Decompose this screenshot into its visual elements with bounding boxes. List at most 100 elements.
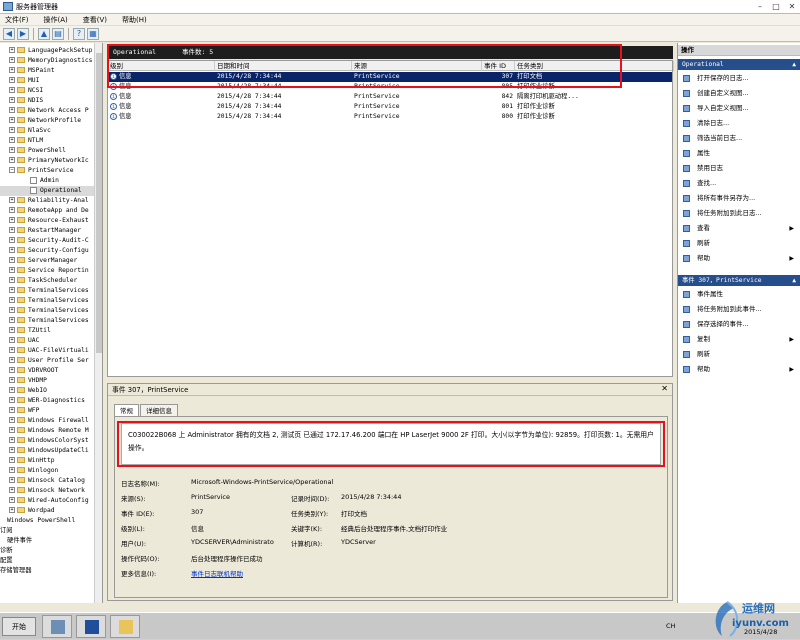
table-row[interactable]: i 信息 2015/4/28 7:34:44 PrintService 805 打印作业诊… <box>108 82 672 92</box>
tree-item[interactable]: 诊断 <box>0 546 94 556</box>
col-datetime[interactable]: 日期和时间 <box>215 61 352 71</box>
expand-icon[interactable]: + <box>9 297 15 303</box>
maximize-icon[interactable]: □ <box>770 1 782 12</box>
col-task-category[interactable]: 任务类别 <box>515 61 674 71</box>
menu-action[interactable]: 操作(A) <box>44 15 68 25</box>
tree-item[interactable]: + Wired-AutoConfig <box>0 496 94 506</box>
expand-icon[interactable]: + <box>9 257 15 263</box>
action-item[interactable]: 禁用日志 <box>678 163 800 174</box>
help-icon[interactable]: ? <box>73 27 85 40</box>
language-indicator[interactable]: CH <box>666 622 675 630</box>
tree-scrollbar[interactable] <box>94 43 102 603</box>
expand-icon[interactable]: + <box>9 217 15 223</box>
event-list[interactable]: 级别 日期和时间 来源 事件 ID 任务类别 i 信息 2015/4/28 7:34… <box>107 60 674 377</box>
tree-item[interactable]: + MemoryDiagnostics <box>0 56 94 66</box>
expand-icon[interactable]: + <box>9 77 15 83</box>
col-event-id[interactable]: 事件 ID <box>482 61 515 71</box>
tree-item[interactable]: + WindowsUpdateCli <box>0 446 94 456</box>
expand-icon[interactable]: + <box>9 447 15 453</box>
taskbar-powershell[interactable] <box>76 615 106 638</box>
table-row[interactable]: i 信息 2015/4/28 7:34:44 PrintService 842 隔离打印机… <box>108 92 672 102</box>
action-item[interactable]: 保存选择的事件... <box>678 319 800 330</box>
tree-item[interactable]: + WebIO <box>0 386 94 396</box>
navigation-tree[interactable]: + LanguagePackSetup + MemoryDiagnostics + MSP… <box>0 43 103 603</box>
action-item[interactable]: 查找... <box>678 178 800 189</box>
tree-item[interactable]: Windows PowerShell <box>0 516 94 526</box>
action-item[interactable]: 创建自定义视图... <box>678 88 800 99</box>
tree-item[interactable]: + ServerManager <box>0 256 94 266</box>
expand-icon[interactable]: + <box>9 87 15 93</box>
expand-icon[interactable]: + <box>9 377 15 383</box>
expand-icon[interactable]: + <box>9 57 15 63</box>
actions-section-event[interactable]: 事件 307，PrintService ▲ <box>678 275 800 286</box>
tab-general[interactable]: 常规 <box>114 404 139 416</box>
tree-item[interactable]: + TerminalServices <box>0 286 94 296</box>
expand-icon[interactable]: + <box>9 337 15 343</box>
action-item[interactable]: 将任务附加到此日志... <box>678 208 800 219</box>
action-item[interactable]: 刷新 <box>678 238 800 249</box>
expand-icon[interactable]: + <box>9 397 15 403</box>
action-item[interactable]: 导入自定义视图... <box>678 103 800 114</box>
expand-icon[interactable]: − <box>9 167 15 173</box>
tree-item[interactable]: + PowerShell <box>0 146 94 156</box>
expand-icon[interactable]: + <box>9 487 15 493</box>
tree-item[interactable]: + UAC-FileVirtuali <box>0 346 94 356</box>
tree-item[interactable]: 存储管理器 <box>0 566 94 576</box>
expand-icon[interactable]: + <box>9 277 15 283</box>
action-item[interactable]: 属性 <box>678 148 800 159</box>
action-item[interactable]: 将任务附加到此事件... <box>678 304 800 315</box>
expand-icon[interactable]: + <box>9 357 15 363</box>
expand-icon[interactable]: + <box>9 457 15 463</box>
expand-icon[interactable]: + <box>9 307 15 313</box>
expand-icon[interactable]: + <box>9 267 15 273</box>
table-row[interactable]: i 信息 2015/4/28 7:34:44 PrintService 307 打印文档 <box>108 72 672 82</box>
action-item[interactable]: 帮助 ▶ <box>678 253 800 264</box>
expand-icon[interactable]: + <box>9 437 15 443</box>
expand-icon[interactable]: + <box>9 427 15 433</box>
tree-item[interactable]: + Service Reportin <box>0 266 94 276</box>
expand-icon[interactable]: + <box>9 417 15 423</box>
tree-item[interactable]: + NCSI <box>0 86 94 96</box>
tree-item[interactable]: + Resource-Exhaust <box>0 216 94 226</box>
expand-icon[interactable]: + <box>9 387 15 393</box>
tree-item[interactable]: + NDIS <box>0 96 94 106</box>
action-item[interactable]: 清除日志... <box>678 118 800 129</box>
tree-item[interactable]: 订阅 <box>0 526 94 536</box>
expand-icon[interactable]: + <box>9 197 15 203</box>
tree-item[interactable]: + UAC <box>0 336 94 346</box>
taskbar-server-manager[interactable] <box>42 615 72 638</box>
expand-icon[interactable]: + <box>9 137 15 143</box>
detail-close-icon[interactable]: ✕ <box>661 384 668 393</box>
tree-item[interactable]: Admin <box>0 176 94 186</box>
menu-file[interactable]: 文件(F) <box>5 15 29 25</box>
tree-item[interactable]: + Winlogon <box>0 466 94 476</box>
expand-icon[interactable]: + <box>9 407 15 413</box>
back-icon[interactable]: ◀ <box>3 27 15 40</box>
tree-item[interactable]: 配置 <box>0 556 94 566</box>
tree-item[interactable]: + RestartManager <box>0 226 94 236</box>
actions-section-log[interactable]: Operational ▲ <box>678 59 800 70</box>
expand-icon[interactable]: + <box>9 477 15 483</box>
col-source[interactable]: 来源 <box>352 61 482 71</box>
expand-icon[interactable]: + <box>9 497 15 503</box>
expand-icon[interactable]: + <box>9 97 15 103</box>
tree-item[interactable]: + VDRVROOT <box>0 366 94 376</box>
expand-icon[interactable]: + <box>9 367 15 373</box>
expand-icon[interactable]: + <box>9 347 15 353</box>
action-item[interactable]: 将所有事件另存为... <box>678 193 800 204</box>
col-level[interactable]: 级别 <box>108 61 215 71</box>
tree-item[interactable]: + Network Access P <box>0 106 94 116</box>
tree-item[interactable]: + PrimaryNetworkIc <box>0 156 94 166</box>
close-icon[interactable]: ✕ <box>786 1 798 12</box>
minimize-icon[interactable]: – <box>754 1 766 12</box>
expand-icon[interactable]: + <box>9 247 15 253</box>
tree-item[interactable]: + TerminalServices <box>0 316 94 326</box>
tree-item[interactable]: + MUI <box>0 76 94 86</box>
expand-icon[interactable]: + <box>9 237 15 243</box>
tree-item[interactable]: + NetworkProfile <box>0 116 94 126</box>
tree-item[interactable]: + TaskScheduler <box>0 276 94 286</box>
tree-item[interactable]: + Reliability-Anal <box>0 196 94 206</box>
properties-icon[interactable]: ▦ <box>87 27 99 40</box>
tree-item[interactable]: + NlaSvc <box>0 126 94 136</box>
expand-icon[interactable]: + <box>9 327 15 333</box>
